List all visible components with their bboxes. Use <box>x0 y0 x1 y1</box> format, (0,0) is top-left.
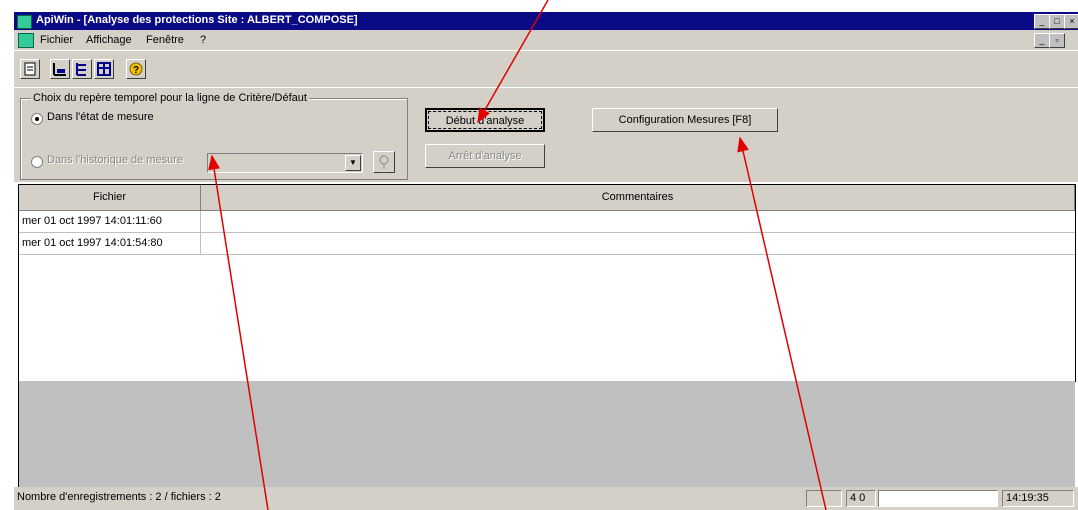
child-restore-button[interactable]: ▫ <box>1049 33 1065 48</box>
progress-bar <box>878 490 998 507</box>
status-text: Nombre d'enregistrements : 2 / fichiers … <box>17 491 221 503</box>
stop-analysis-button[interactable]: Arrêt d'analyse <box>425 144 545 168</box>
window-title: ApiWin - [Analyse des protections Site :… <box>36 14 358 26</box>
maximize-button[interactable]: □ <box>1049 14 1065 29</box>
radio-history-measure[interactable] <box>31 156 43 168</box>
lower-panel <box>18 381 1075 487</box>
menu-fenetre[interactable]: Fenêtre <box>146 34 184 46</box>
start-analysis-button[interactable]: Début d'analyse <box>425 108 545 132</box>
child-minimize-button[interactable]: _ <box>1034 33 1050 48</box>
file-cell[interactable]: mer 01 oct 1997 14:01:11:60 <box>19 211 201 233</box>
document-icon[interactable] <box>18 33 34 48</box>
column-header-file[interactable]: Fichier <box>19 185 201 211</box>
menu-help[interactable]: ? <box>200 34 206 46</box>
filter-icon[interactable] <box>373 151 395 173</box>
column-header-comments[interactable]: Commentaires <box>201 185 1075 211</box>
radio-current-label: Dans l'état de mesure <box>47 111 154 123</box>
menu-fichier[interactable]: Fichier <box>40 34 73 46</box>
analysis-control-panel: Choix du repère temporel pour la ligne d… <box>14 88 1078 182</box>
time-reference-group: Choix du repère temporel pour la ligne d… <box>20 92 408 180</box>
close-button[interactable]: × <box>1064 14 1078 29</box>
menu-bar: Fichier Affichage Fenêtre ? _ ▫ <box>14 30 1078 50</box>
table-row[interactable]: mer 01 oct 1997 14:01:54:80 <box>19 233 1075 255</box>
radio-current-measure[interactable] <box>31 113 43 125</box>
chevron-down-icon[interactable]: ▼ <box>345 155 361 171</box>
document-icon[interactable] <box>20 59 40 79</box>
help-icon[interactable]: ? <box>126 59 146 79</box>
table-icon[interactable] <box>94 59 114 79</box>
minimize-button[interactable]: _ <box>1034 14 1050 29</box>
status-indicator: 4 0 <box>846 490 876 507</box>
svg-text:?: ? <box>133 65 139 76</box>
title-bar: ApiWin - [Analyse des protections Site :… <box>14 12 1078 30</box>
config-measures-button[interactable]: Configuration Mesures [F8] <box>592 108 778 132</box>
table-row[interactable]: mer 01 oct 1997 14:01:11:60 <box>19 211 1075 233</box>
group-title: Choix du repère temporel pour la ligne d… <box>31 92 309 104</box>
left-margin <box>0 0 14 510</box>
tree-icon[interactable] <box>72 59 92 79</box>
status-bar: Nombre d'enregistrements : 2 / fichiers … <box>14 487 1078 510</box>
file-cell[interactable]: mer 01 oct 1997 14:01:54:80 <box>19 233 201 255</box>
history-select[interactable]: ▼ <box>207 153 363 173</box>
records-table: Fichier Commentaires mer 01 oct 1997 14:… <box>18 184 1076 382</box>
status-empty <box>806 490 842 507</box>
status-time: 14:19:35 <box>1002 490 1074 507</box>
radio-history-label: Dans l'historique de mesure <box>47 154 184 166</box>
toolbar: ? <box>14 50 1078 87</box>
chart-icon[interactable] <box>50 59 70 79</box>
app-icon <box>17 15 32 29</box>
menu-affichage[interactable]: Affichage <box>86 34 132 46</box>
